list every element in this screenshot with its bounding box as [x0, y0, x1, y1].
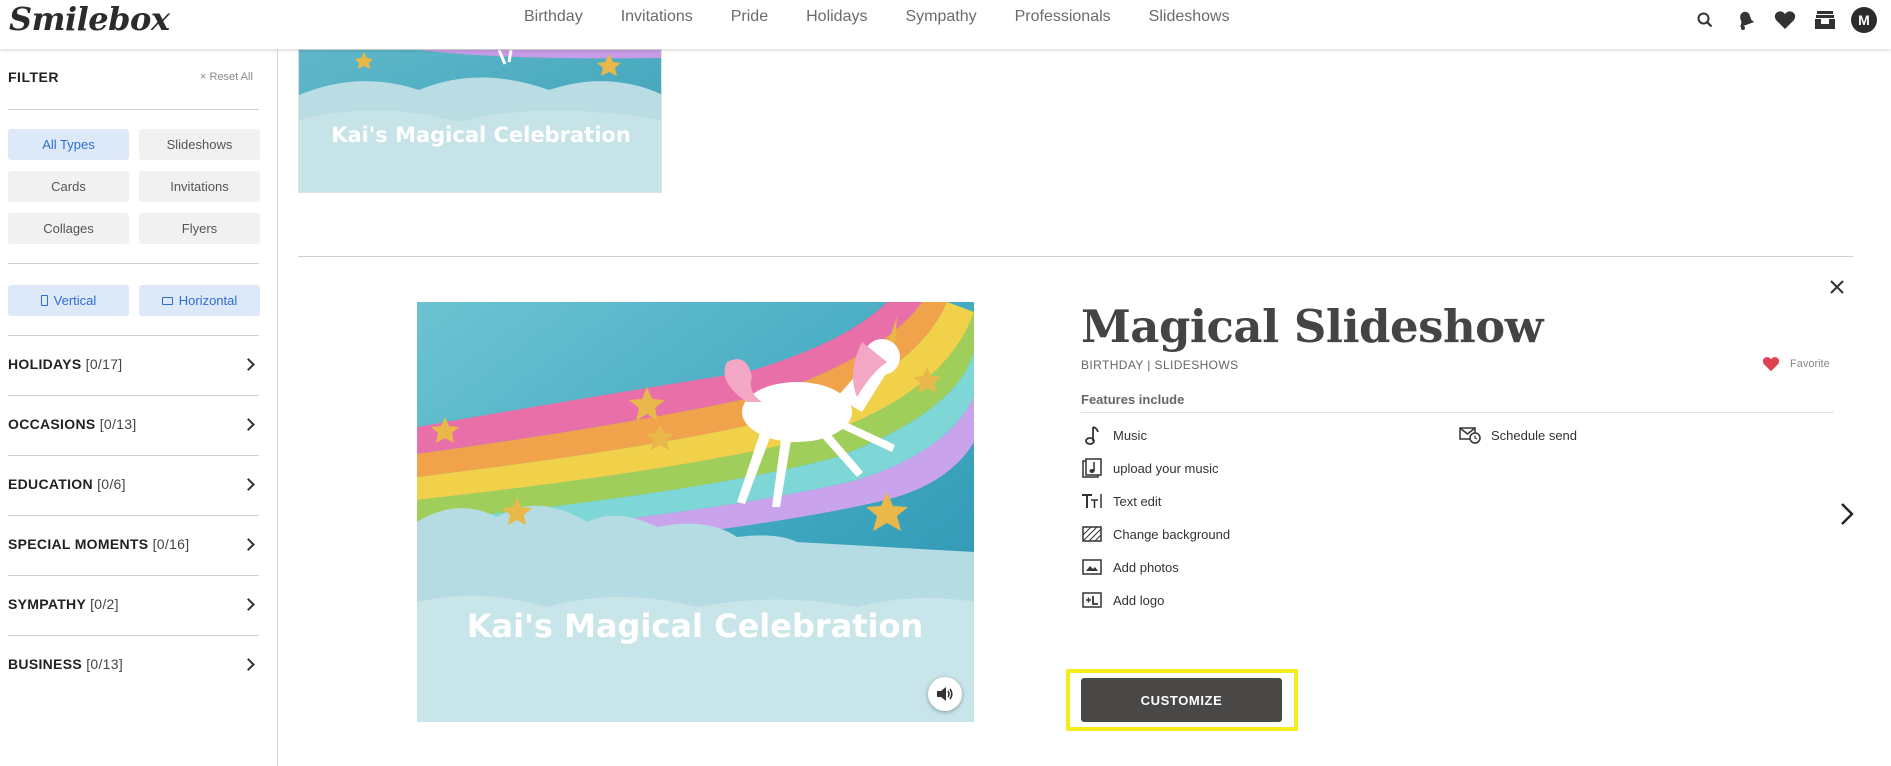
features-heading: Features include: [1081, 392, 1185, 407]
inbox-icon[interactable]: [1811, 7, 1839, 33]
sound-toggle-button[interactable]: [928, 677, 962, 711]
feature-add-photos: Add photos: [1081, 557, 1179, 577]
category-count: [0/6]: [97, 476, 126, 492]
category-business[interactable]: BUSINESS [0/13]: [8, 634, 259, 694]
type-slideshows-button[interactable]: Slideshows: [139, 129, 260, 160]
feature-schedule-send: Schedule send: [1459, 425, 1577, 445]
speaker-icon: [937, 687, 953, 701]
avatar[interactable]: M: [1851, 7, 1877, 33]
category-label: SPECIAL MOMENTS [0/16]: [8, 536, 190, 552]
feature-change-background: Change background: [1081, 524, 1230, 544]
main-nav: Birthday Invitations Pride Holidays Symp…: [524, 0, 1268, 34]
feature-label: Change background: [1113, 526, 1231, 542]
favorite-toggle[interactable]: Favorite: [1762, 356, 1830, 372]
category-count: [0/2]: [90, 596, 119, 612]
category-holidays[interactable]: HOLIDAYS [0/17]: [8, 334, 259, 394]
category-count: [0/16]: [152, 536, 190, 552]
category-education[interactable]: EDUCATION [0/6]: [8, 454, 259, 514]
nav-slideshows[interactable]: Slideshows: [1149, 8, 1230, 26]
category-special-moments[interactable]: SPECIAL MOMENTS [0/16]: [8, 514, 259, 574]
close-icon[interactable]: [1826, 276, 1848, 298]
type-cards-button[interactable]: Cards: [8, 171, 129, 202]
thumbnail-artwork: Kai's Magical Celebration: [299, 50, 661, 192]
feature-upload-music: upload your music: [1081, 458, 1219, 478]
chevron-right-icon: [242, 657, 255, 671]
chevron-right-icon: [1841, 503, 1854, 525]
filter-title: FILTER: [8, 69, 59, 85]
bell-icon[interactable]: [1731, 7, 1759, 33]
orientation-vertical-label: Vertical: [53, 293, 97, 308]
thumbnail-caption: Kai's Magical Celebration: [331, 123, 631, 147]
category-occasions[interactable]: OCCASIONS [0/13]: [8, 394, 259, 454]
type-flyers-button[interactable]: Flyers: [139, 213, 260, 244]
horizontal-icon: [161, 296, 173, 305]
feature-add-logo: Add logo: [1081, 590, 1164, 610]
upload-music-icon: [1081, 458, 1103, 478]
feature-label: Text edit: [1113, 493, 1162, 509]
heart-icon: [1762, 357, 1780, 372]
chevron-right-icon: [242, 537, 255, 551]
type-collages-button[interactable]: Collages: [8, 213, 129, 244]
nav-birthday[interactable]: Birthday: [524, 8, 583, 26]
chevron-right-icon: [242, 357, 255, 371]
orientation-horizontal-button[interactable]: Horizontal: [139, 285, 260, 316]
category-count: [0/13]: [86, 656, 124, 672]
category-label: HOLIDAYS [0/17]: [8, 356, 123, 372]
heart-icon[interactable]: [1771, 7, 1799, 33]
feature-label: Add logo: [1113, 592, 1165, 608]
filter-sidebar: FILTER × Reset All All Types Slideshows …: [0, 49, 278, 766]
nav-professionals[interactable]: Professionals: [1015, 8, 1111, 26]
feature-label: Add photos: [1113, 559, 1179, 575]
reset-all-link[interactable]: × Reset All: [200, 71, 253, 83]
category-label: BUSINESS [0/13]: [8, 656, 124, 672]
photo-icon: [1081, 557, 1103, 577]
chevron-right-icon: [242, 417, 255, 431]
orientation-horizontal-label: Horizontal: [178, 293, 238, 308]
smilebox-logo[interactable]: Smilebox: [9, 0, 170, 38]
preview-caption: Kai's Magical Celebration: [467, 607, 924, 645]
feature-label: upload your music: [1113, 460, 1219, 476]
divider: [8, 263, 259, 264]
favorite-label: Favorite: [1790, 358, 1830, 370]
chevron-right-icon: [242, 597, 255, 611]
category-label: SYMPATHY [0/2]: [8, 596, 119, 612]
search-icon[interactable]: [1691, 7, 1719, 33]
nav-holidays[interactable]: Holidays: [806, 8, 867, 26]
background-icon: [1081, 524, 1103, 544]
orientation-vertical-button[interactable]: Vertical: [8, 285, 129, 316]
nav-pride[interactable]: Pride: [731, 8, 768, 26]
divider: [8, 109, 259, 110]
schedule-send-icon: [1459, 425, 1481, 445]
customize-button[interactable]: CUSTOMIZE: [1081, 678, 1282, 722]
slideshow-thumbnail[interactable]: Kai's Magical Celebration: [298, 49, 662, 193]
feature-text-edit: Text edit: [1081, 491, 1161, 511]
text-edit-icon: [1081, 491, 1103, 511]
type-all-types-button[interactable]: All Types: [8, 129, 129, 160]
section-divider: [298, 256, 1853, 257]
features-divider: [1081, 412, 1834, 413]
feature-music: Music: [1081, 425, 1147, 445]
category-label: OCCASIONS [0/13]: [8, 416, 137, 432]
music-note-icon: [1081, 425, 1103, 445]
nav-invitations[interactable]: Invitations: [621, 8, 693, 26]
category-count: [0/13]: [99, 416, 137, 432]
template-category-breadcrumb: BIRTHDAY | SLIDESHOWS: [1081, 358, 1239, 372]
category-count: [0/17]: [85, 356, 123, 372]
preview-artwork: Kai's Magical Celebration: [417, 302, 974, 722]
category-label: EDUCATION [0/6]: [8, 476, 126, 492]
type-invitations-button[interactable]: Invitations: [139, 171, 260, 202]
category-sympathy[interactable]: SYMPATHY [0/2]: [8, 574, 259, 634]
template-title: Magical Slideshow: [1081, 300, 1543, 353]
chevron-right-icon: [242, 477, 255, 491]
feature-label: Music: [1113, 427, 1147, 443]
next-template-arrow[interactable]: [1836, 501, 1858, 527]
logo-icon: [1081, 590, 1103, 610]
vertical-icon: [40, 295, 48, 306]
nav-sympathy[interactable]: Sympathy: [905, 8, 976, 26]
header-actions: M: [1679, 7, 1877, 33]
feature-label: Schedule send: [1491, 427, 1578, 443]
slideshow-preview[interactable]: Kai's Magical Celebration: [417, 302, 974, 722]
top-navigation-bar: Smilebox Birthday Invitations Pride Holi…: [0, 0, 1891, 49]
